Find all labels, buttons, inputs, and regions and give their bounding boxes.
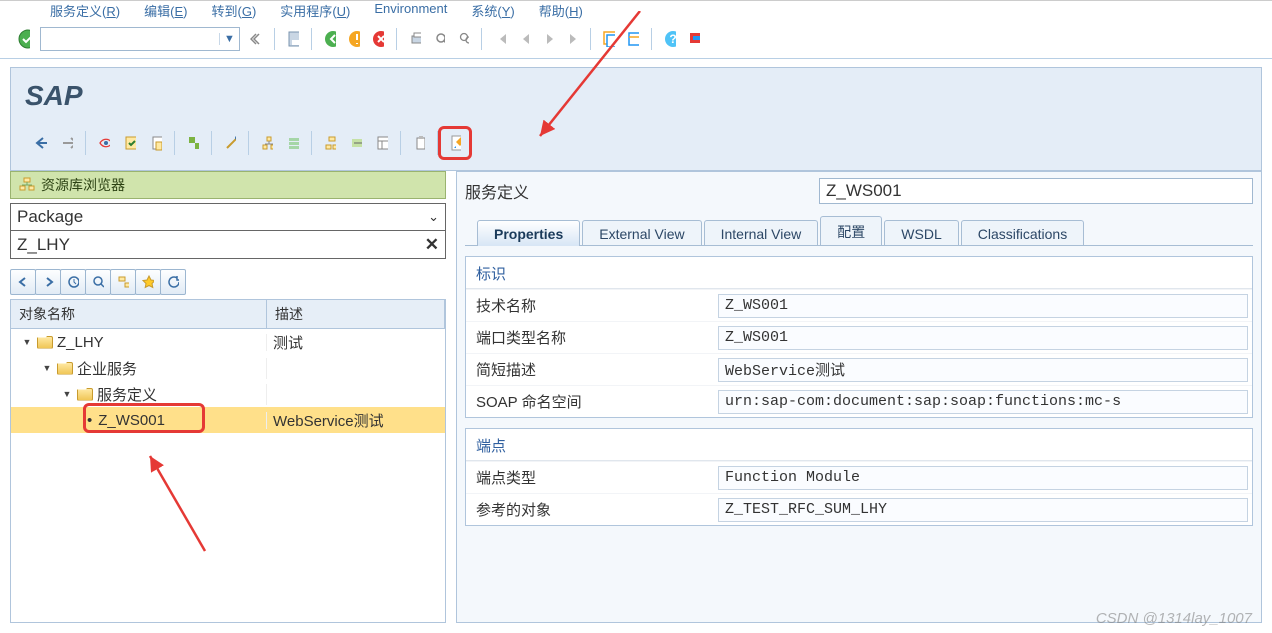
menu-utilities[interactable]: 实用程序(U): [280, 1, 350, 15]
tree-row-highlight: [83, 403, 205, 433]
next-page-icon[interactable]: [536, 27, 560, 51]
tab-internal-view[interactable]: Internal View: [704, 220, 819, 246]
edit-button-highlight: [438, 126, 472, 160]
print-icon[interactable]: [403, 27, 427, 51]
short-desc-field[interactable]: WebService测试: [718, 358, 1248, 382]
identification-panel: 标识 技术名称Z_WS001 端口类型名称Z_WS001 简短描述WebServ…: [465, 256, 1253, 418]
tree-row[interactable]: ▼服务定义: [11, 381, 445, 407]
next-icon[interactable]: [35, 269, 61, 295]
endpoint-type-field[interactable]: Function Module: [718, 466, 1248, 490]
menu-bar: 服务定义(R) 编辑(E) 转到(G) 实用程序(U) Environment …: [0, 1, 1272, 19]
folder-open-icon: [77, 388, 93, 401]
tree-row-selected[interactable]: •Z_WS001 WebService测试: [11, 407, 445, 433]
fullscreen-icon[interactable]: [370, 131, 394, 155]
package-select[interactable]: Package ⌄: [10, 203, 446, 231]
toolbar-main: ▼ ?: [0, 19, 1272, 59]
where-used-icon[interactable]: [255, 131, 279, 155]
menu-edit[interactable]: 编辑(E): [144, 1, 187, 15]
edit-icon[interactable]: [443, 131, 467, 155]
clear-filter-icon[interactable]: ✕: [425, 235, 439, 255]
find-icon[interactable]: [427, 27, 451, 51]
prev-page-icon[interactable]: [512, 27, 536, 51]
history-icon[interactable]: [60, 269, 86, 295]
other-object-icon[interactable]: [181, 131, 205, 155]
help-icon[interactable]: ?: [658, 27, 682, 51]
object-list-icon[interactable]: [281, 131, 305, 155]
save-icon[interactable]: [281, 27, 305, 51]
title-area: SAP: [10, 67, 1262, 171]
chevron-left-icon[interactable]: [244, 27, 268, 51]
hierarchy-icon: [19, 177, 35, 194]
exit-orange-icon[interactable]: [342, 27, 366, 51]
chevron-down-icon[interactable]: ▼: [219, 33, 239, 45]
object-tree: 对象名称 描述 ▼Z_LHY 测试 ▼企业服务 ▼服务定义: [10, 299, 446, 623]
find-next-icon[interactable]: [451, 27, 475, 51]
refresh-icon[interactable]: [160, 269, 186, 295]
tree-icon[interactable]: [318, 131, 342, 155]
tab-properties[interactable]: Properties: [477, 220, 580, 246]
details-panel: 服务定义 Z_WS001 Properties External View In…: [456, 171, 1262, 623]
chevron-down-icon: ⌄: [428, 209, 439, 225]
activate-icon[interactable]: [144, 131, 168, 155]
layout-icon[interactable]: [621, 27, 645, 51]
tab-strip: Properties External View Internal View 配…: [465, 216, 1253, 246]
back-green-icon[interactable]: [318, 27, 342, 51]
menu-goto[interactable]: 转到(G): [211, 1, 256, 15]
service-def-label: 服务定义: [465, 179, 819, 203]
svg-text:?: ?: [669, 32, 676, 46]
service-def-input[interactable]: Z_WS001: [819, 178, 1253, 204]
folder-open-icon: [37, 336, 53, 349]
folder-open-icon: [57, 362, 73, 375]
favorite-icon[interactable]: [135, 269, 161, 295]
tab-wsdl[interactable]: WSDL: [884, 220, 958, 246]
navigation-icon[interactable]: [344, 131, 368, 155]
col-desc: 描述: [267, 300, 445, 328]
app-title: SAP: [25, 80, 1249, 112]
tree-row[interactable]: ▼企业服务: [11, 355, 445, 381]
tree-toolbar: [10, 269, 446, 295]
tech-name-field[interactable]: Z_WS001: [718, 294, 1248, 318]
menu-system[interactable]: 系统(Y): [471, 1, 514, 15]
local-layout-icon[interactable]: [682, 27, 706, 51]
menu-services[interactable]: 服务定义(R): [50, 1, 120, 15]
toolbar-sub: [23, 126, 1249, 160]
menu-environment[interactable]: Environment: [374, 1, 447, 15]
enhance-icon[interactable]: [218, 131, 242, 155]
first-page-icon[interactable]: [488, 27, 512, 51]
package-filter[interactable]: Z_LHY ✕: [10, 231, 446, 259]
command-field[interactable]: ▼: [40, 27, 240, 51]
cancel-red-icon[interactable]: [366, 27, 390, 51]
port-type-field[interactable]: Z_WS001: [718, 326, 1248, 350]
display-tree-icon[interactable]: [110, 269, 136, 295]
prev-icon[interactable]: [10, 269, 36, 295]
display-icon[interactable]: [92, 131, 116, 155]
browser-title: 资源库浏览器: [41, 175, 125, 195]
repository-browser: 资源库浏览器 Package ⌄ Z_LHY ✕: [10, 171, 446, 623]
menu-help[interactable]: 帮助(H): [539, 1, 583, 15]
nav-back-icon[interactable]: [29, 131, 53, 155]
endpoint-panel: 端点 端点类型Function Module 参考的对象Z_TEST_RFC_S…: [465, 428, 1253, 526]
tab-config[interactable]: 配置: [820, 216, 882, 246]
new-window-icon[interactable]: [597, 27, 621, 51]
clipboard-icon[interactable]: [407, 131, 431, 155]
last-page-icon[interactable]: [560, 27, 584, 51]
tab-external-view[interactable]: External View: [582, 220, 701, 246]
tree-row[interactable]: ▼Z_LHY 测试: [11, 329, 445, 355]
nav-fwd-icon[interactable]: [55, 131, 79, 155]
col-name: 对象名称: [11, 300, 267, 328]
check-icon[interactable]: [118, 131, 142, 155]
tab-classifications[interactable]: Classifications: [961, 220, 1084, 246]
ref-object-field[interactable]: Z_TEST_RFC_SUM_LHY: [718, 498, 1248, 522]
find-tree-icon[interactable]: [85, 269, 111, 295]
ok-icon[interactable]: [12, 27, 36, 51]
soap-namespace-field[interactable]: urn:sap-com:document:sap:soap:functions:…: [718, 390, 1248, 414]
